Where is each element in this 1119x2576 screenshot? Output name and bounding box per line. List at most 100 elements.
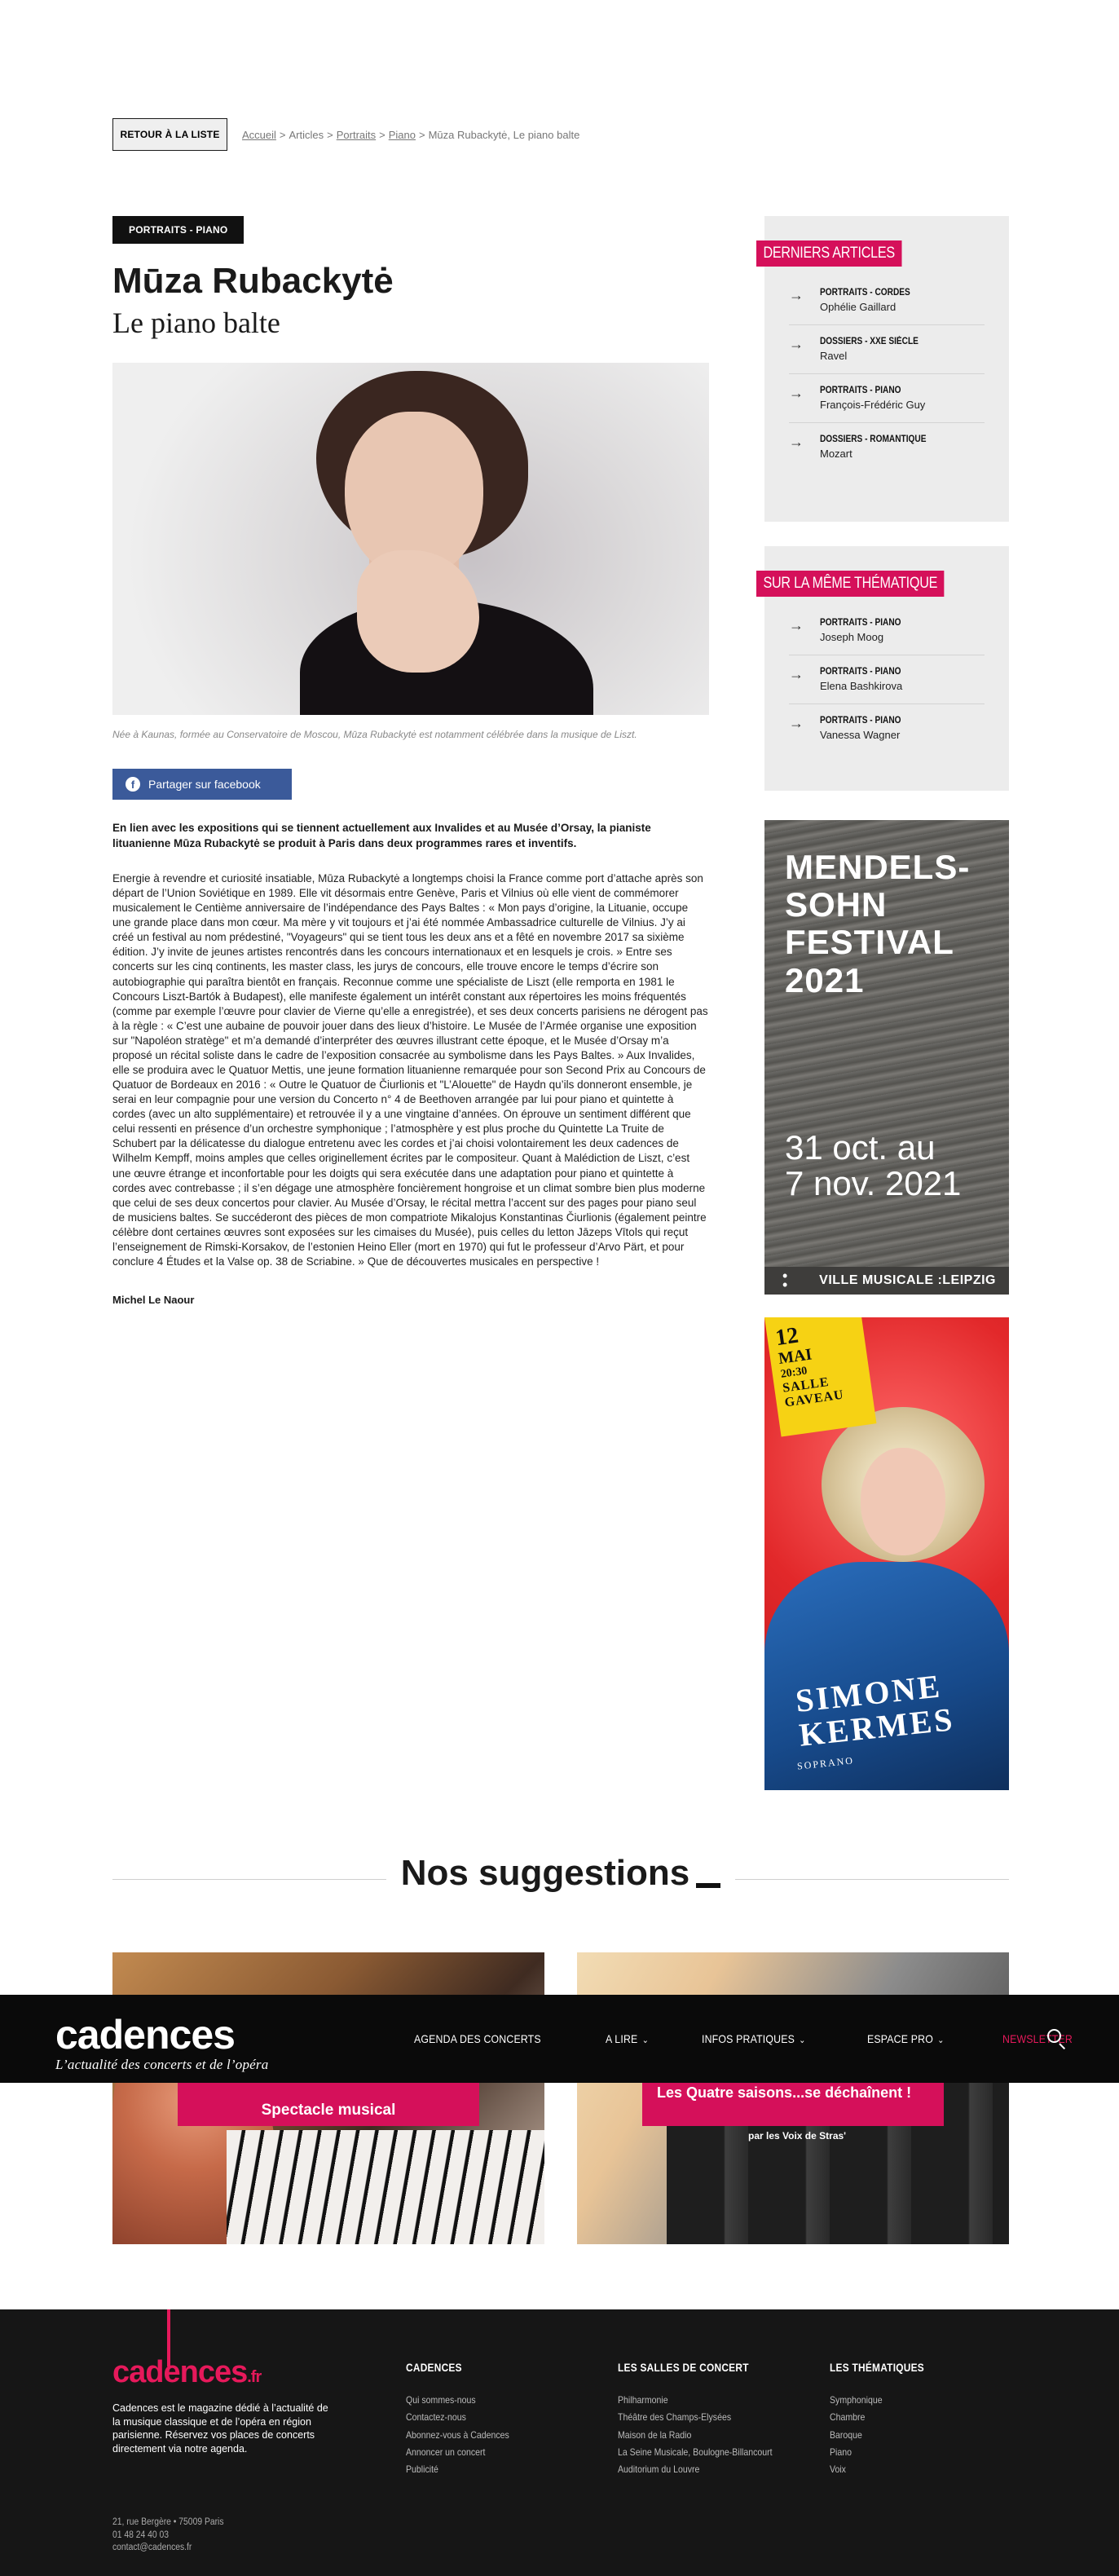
footer-col-title: CADENCES <box>406 2361 462 2374</box>
article-body: Energie à revendre et curiosité insatiab… <box>112 871 708 1268</box>
item-category: PORTRAITS - PIANO <box>820 716 901 726</box>
footer-link[interactable]: Baroque <box>830 2427 994 2444</box>
suggestions-title: Nos suggestions <box>386 1853 736 1894</box>
logo-wordmark: cadences <box>55 2012 236 2058</box>
dots-icon: • • <box>782 1268 788 1294</box>
footer-link[interactable]: Piano <box>830 2444 994 2461</box>
site-logo[interactable]: cadences L’actualité des concerts et de … <box>55 2014 268 2073</box>
item-category: PORTRAITS - PIANO <box>820 386 901 395</box>
footer-link[interactable]: Abonnez-vous à Cadences <box>406 2427 571 2444</box>
footer-link[interactable]: La Seine Musicale, Boulogne-Billancourt <box>618 2444 782 2461</box>
back-to-list-button[interactable]: RETOUR À LA LISTE <box>112 118 227 151</box>
ad-dates: 31 oct. au 7 nov. 2021 <box>785 1128 962 1203</box>
footer-address: 21, rue Bergère • 75009 Paris 01 48 24 4… <box>112 2516 224 2555</box>
sticky-nav: cadences L’actualité des concerts et de … <box>0 1995 1119 2083</box>
ad-photo-face <box>861 1448 945 1555</box>
list-item[interactable]: → PORTRAITS - PIANO François-Frédéric Guy <box>789 386 985 423</box>
footer-link[interactable]: Maison de la Radio <box>618 2427 782 2444</box>
breadcrumb-home[interactable]: Accueil <box>242 129 276 141</box>
footer-link[interactable]: Théâtre des Champs-Elysées <box>618 2409 782 2426</box>
arrow-right-icon: → <box>789 666 804 682</box>
arrow-right-icon: → <box>789 385 804 401</box>
footer-link[interactable]: Symphonique <box>830 2392 994 2409</box>
arrow-right-icon: → <box>789 336 804 352</box>
item-name: Mozart <box>820 448 852 460</box>
list-item[interactable]: → PORTRAITS - PIANO Vanessa Wagner <box>789 716 985 752</box>
chevron-down-icon: ⌄ <box>641 2036 650 2045</box>
phone-line: 01 48 24 40 03 <box>112 2530 170 2540</box>
breadcrumb: Accueil > Articles > Portraits > Piano >… <box>242 129 579 141</box>
category-tag[interactable]: PORTRAITS - PIANO <box>112 216 245 244</box>
ad-date-tag: 12 MAI 20:30 SALLE GAVEAU <box>764 1317 877 1437</box>
topbar: RETOUR À LA LISTE Accueil > Articles > P… <box>112 118 579 151</box>
breadcrumb-portraits[interactable]: Portraits <box>337 129 376 141</box>
footer-link[interactable]: Philharmonie <box>618 2392 782 2409</box>
footer-link[interactable]: Chambre <box>830 2409 994 2426</box>
item-name: Ravel <box>820 350 848 362</box>
simone-kermes-ad[interactable]: 12 MAI 20:30 SALLE GAVEAU SIMONE KERMES … <box>764 1317 1009 1790</box>
breadcrumb-articles: Articles <box>289 128 324 141</box>
arrow-right-icon: → <box>789 617 804 633</box>
item-category: DOSSIERS - ROMANTIQUE <box>820 434 927 444</box>
card-label: Les Quatre saisons...se déchaînent ! <box>642 2080 944 2126</box>
nav-agenda[interactable]: AGENDA DES CONCERTS <box>414 2032 541 2045</box>
list-item[interactable]: → PORTRAITS - CORDES Ophélie Gaillard <box>789 288 985 325</box>
item-category: DOSSIERS - XXE SIÈCLE <box>820 337 919 346</box>
chevron-down-icon: ⌄ <box>937 2036 945 2045</box>
footer-link[interactable]: Auditorium du Louvre <box>618 2461 782 2478</box>
arrow-right-icon: → <box>789 287 804 303</box>
list-item[interactable]: → DOSSIERS - XXE SIÈCLE Ravel <box>789 337 985 374</box>
facebook-share-button[interactable]: f Partager sur facebook <box>112 769 292 801</box>
item-name: Ophélie Gaillard <box>820 301 897 313</box>
item-category: PORTRAITS - PIANO <box>820 667 901 677</box>
footer-logo[interactable]: cadences.fr <box>112 2355 262 2390</box>
footer-col-title: LES THÉMATIQUES <box>830 2361 924 2374</box>
item-category: PORTRAITS - CORDES <box>820 288 910 298</box>
footer-link[interactable]: Publicité <box>406 2461 571 2478</box>
article: PORTRAITS - PIANO Mūza Rubackytė Le pian… <box>112 216 709 1306</box>
card-label: Spectacle musical <box>178 2080 479 2126</box>
footer: cadences.fr Cadences est le magazine déd… <box>0 2309 1119 2576</box>
hero-photo <box>112 362 709 715</box>
footer-link[interactable]: Annoncer un concert <box>406 2444 571 2461</box>
footer-col-cadences: CADENCES Qui sommes-nous Contactez-nous … <box>406 2361 593 2479</box>
item-category: PORTRAITS - PIANO <box>820 618 901 628</box>
facebook-icon: f <box>126 777 140 792</box>
ad-footer: VILLE MUSICALE :LEIPZIG <box>764 1267 1009 1295</box>
footer-link[interactable]: Contactez-nous <box>406 2409 571 2426</box>
item-name: Joseph Moog <box>820 631 884 643</box>
ad-title: MENDELS- SOHN FESTIVAL 2021 <box>785 848 971 999</box>
mendelssohn-festival-ad[interactable]: MENDELS- SOHN FESTIVAL 2021 31 oct. au 7… <box>764 820 1009 1295</box>
card-subtitle: par les Voix de Stras' <box>748 2130 847 2142</box>
suggestions-header: Nos suggestions <box>112 1853 1009 1894</box>
email-line[interactable]: contact@cadences.fr <box>112 2542 224 2555</box>
breadcrumb-separator: > <box>327 128 333 141</box>
divider <box>735 1878 1009 1880</box>
photo-caption: Née à Kaunas, formée au Conservatoire de… <box>112 728 637 740</box>
latest-articles-box: DERNIERS ARTICLES → PORTRAITS - CORDES Op… <box>756 216 1009 522</box>
facebook-share-label: Partager sur facebook <box>148 778 261 792</box>
list-item[interactable]: → PORTRAITS - PIANO Joseph Moog <box>789 618 985 655</box>
nav-espace-pro[interactable]: ESPACE PRO ⌄ <box>867 2032 945 2045</box>
item-name: Vanessa Wagner <box>820 729 901 741</box>
nav-infos-pratiques[interactable]: INFOS PRATIQUES ⌄ <box>702 2032 806 2045</box>
card-photo-keys <box>227 2130 544 2244</box>
list-item[interactable]: → DOSSIERS - ROMANTIQUE Mozart <box>789 434 985 471</box>
footer-link[interactable]: Voix <box>830 2461 994 2478</box>
search-icon[interactable] <box>1046 2027 1067 2050</box>
latest-articles-list: → PORTRAITS - CORDES Ophélie Gaillard → D… <box>789 288 985 483</box>
main-menu: AGENDA DES CONCERTS A LIRE ⌄ INFOS PRATIQ… <box>414 1995 1119 2083</box>
footer-link[interactable]: Qui sommes-nous <box>406 2392 571 2409</box>
list-item[interactable]: → PORTRAITS - PIANO Elena Bashkirova <box>789 667 985 704</box>
footer-col-thematiques: LES THÉMATIQUES Symphonique Chambre Baro… <box>830 2361 1017 2479</box>
breadcrumb-current: Mūza Rubackytė, Le piano balte <box>428 128 580 141</box>
nav-a-lire[interactable]: A LIRE ⌄ <box>606 2032 649 2045</box>
divider <box>112 1878 386 1880</box>
same-theme-list: → PORTRAITS - PIANO Joseph Moog → PORTRAI… <box>789 618 985 764</box>
footer-col-title: LES SALLES DE CONCERT <box>618 2361 749 2374</box>
article-lead: En lien avec les expositions qui se tien… <box>112 822 651 850</box>
item-name: Elena Bashkirova <box>820 680 903 692</box>
chevron-down-icon: ⌄ <box>799 2036 806 2045</box>
item-name: François-Frédéric Guy <box>820 399 926 411</box>
breadcrumb-piano[interactable]: Piano <box>389 129 416 141</box>
